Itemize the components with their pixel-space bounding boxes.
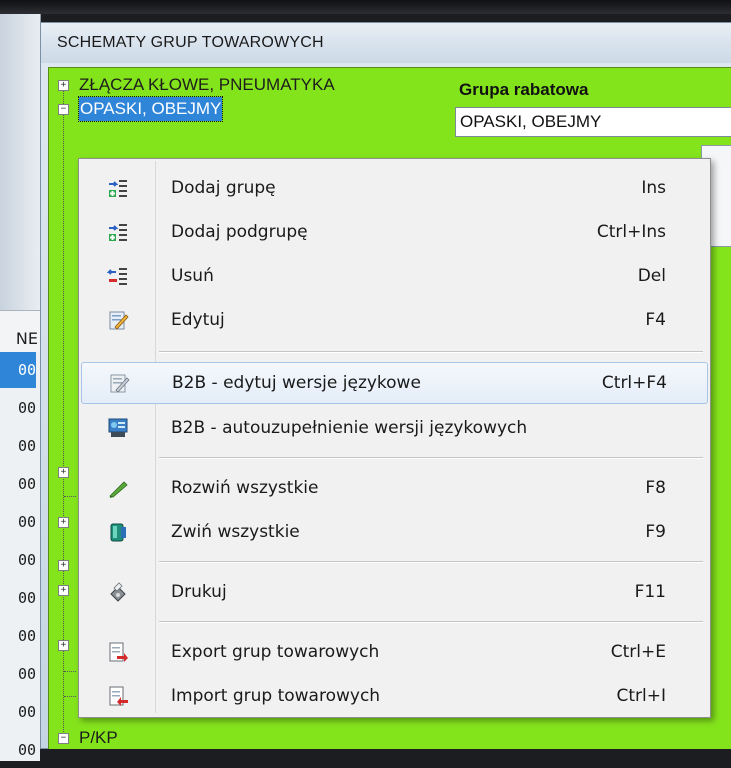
menu-item-shortcut: F11 [634,582,666,602]
menu-item-label: Drukuj [171,582,227,602]
menu-item-rozwin-wszystkie[interactable]: Rozwiń wszystkie F8 [81,468,706,508]
menu-separator [159,351,703,353]
export-icon [109,642,128,662]
tree-line [64,696,76,697]
menu-item-label: Export grup towarowych [171,642,380,662]
window-title: SCHEMATY GRUP TOWAROWYCH [57,34,324,51]
menu-item-label: Dodaj grupę [171,178,276,198]
menu-item-shortcut: Ctrl+F4 [601,373,667,393]
top-strip [0,0,731,14]
menu-item-shortcut: Del [637,266,666,286]
tree-line [64,496,76,497]
menu-item-label: Usuń [171,266,214,286]
menu-item-export[interactable]: Export grup towarowych Ctrl+E [81,632,706,672]
menu-item-label: Rozwiń wszystkie [171,478,319,498]
menu-separator [159,457,703,459]
tree-node-label[interactable]: P/KP [79,726,118,750]
edit-languages-icon [110,374,130,393]
background-row[interactable]: 00 [0,352,36,388]
background-row[interactable]: 00 [0,542,36,578]
menu-item-label: Edytuj [171,310,225,330]
menu-item-usun[interactable]: Usuń Del [81,256,706,296]
expand-icon[interactable]: + [58,640,69,651]
collapse-all-icon [110,523,126,542]
context-menu: Dodaj grupę Ins Dodaj podgrupę Ctrl+Ins … [78,158,711,718]
edit-icon [109,311,129,330]
expand-icon[interactable]: + [58,80,69,91]
expand-all-icon [109,481,128,498]
menu-item-import[interactable]: Import grup towarowych Ctrl+I [81,676,706,716]
grupa-rabatowa-label: Grupa rabatowa [459,80,589,99]
expand-icon[interactable]: + [58,560,69,571]
menu-item-b2b-edytuj[interactable]: B2B - edytuj wersje językowe Ctrl+F4 [81,362,708,404]
menu-separator [159,561,703,563]
menu-item-shortcut: F9 [645,522,666,542]
background-row[interactable]: 00 [0,694,36,730]
import-icon [109,686,128,706]
menu-item-dodaj-grupe[interactable]: Dodaj grupę Ins [81,168,706,208]
menu-item-label: B2B - autouzupełnienie wersji językowych [171,418,528,438]
background-row[interactable]: 00 [0,504,36,540]
collapse-icon[interactable]: − [58,733,69,744]
expand-icon[interactable]: + [58,467,69,478]
menu-item-drukuj[interactable]: Drukuj F11 [81,572,706,612]
menu-item-shortcut: Ctrl+I [616,686,666,706]
window-title-bar[interactable]: SCHEMATY GRUP TOWAROWYCH [41,23,731,63]
menu-item-b2b-autouzupelnienie[interactable]: B2B - autouzupełnienie wersji językowych [81,408,706,448]
background-row[interactable]: 00 [0,428,36,464]
print-icon [110,582,126,602]
menu-item-label: B2B - edytuj wersje językowe [172,373,421,393]
collapse-icon[interactable]: − [58,104,69,115]
background-column-header: NE [0,310,40,356]
menu-item-edytuj[interactable]: Edytuj F4 [81,300,706,340]
menu-item-shortcut: Ins [641,178,666,198]
menu-item-shortcut: Ctrl+E [610,642,666,662]
background-row[interactable]: 00 [0,656,36,692]
menu-item-label: Dodaj podgrupę [171,222,308,242]
background-row[interactable]: 00 [0,390,36,426]
add-group-icon [109,180,127,197]
menu-item-label: Import grup towarowych [171,686,381,706]
background-column-header-text: NE [15,329,38,348]
background-row[interactable]: 00 [0,618,36,654]
background-window: NE 00 00 00 00 00 00 00 00 00 00 00 [0,14,41,761]
background-row[interactable]: 00 [0,580,36,616]
tree-line [64,671,76,672]
delete-icon [107,268,127,285]
menu-item-zwin-wszystkie[interactable]: Zwiń wszystkie F9 [81,512,706,552]
menu-item-shortcut: F8 [645,478,666,498]
menu-item-dodaj-podgrupe[interactable]: Dodaj podgrupę Ctrl+Ins [81,212,706,252]
background-row[interactable]: 00 [0,732,36,768]
add-subgroup-icon [109,224,127,241]
background-row[interactable]: 00 [0,466,36,502]
menu-separator [159,621,703,623]
menu-item-shortcut: F4 [645,310,666,330]
tree-node-label[interactable]: OPASKI, OBEJMY [77,96,224,122]
menu-item-shortcut: Ctrl+Ins [596,222,666,242]
autofill-languages-icon [108,418,128,437]
grupa-rabatowa-field[interactable]: OPASKI, OBEJMY [455,107,731,137]
background-column: 00 00 00 00 00 00 00 00 00 00 00 [0,352,40,761]
tree-node-label[interactable]: ZŁĄCZA KŁOWE, PNEUMATYKA [79,73,335,97]
menu-item-label: Zwiń wszystkie [171,522,300,542]
expand-icon[interactable]: + [58,517,69,528]
expand-icon[interactable]: + [58,585,69,596]
